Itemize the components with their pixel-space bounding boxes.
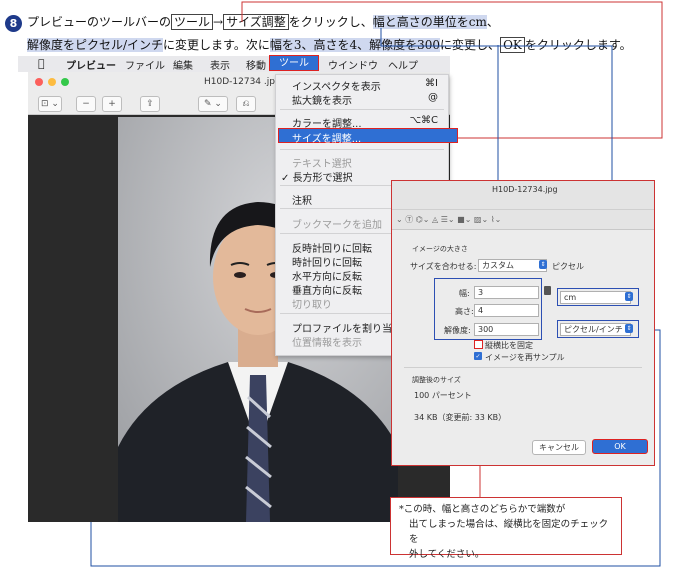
- height-field[interactable]: 4: [474, 304, 539, 317]
- res-unit-value: ピクセル/インチ: [564, 325, 623, 334]
- width-field[interactable]: 3: [474, 286, 539, 299]
- rotate-icon[interactable]: ⎌: [236, 96, 256, 112]
- result-size: 34 KB（変更前: 33 KB）: [414, 413, 507, 422]
- menu-edit[interactable]: 編集: [173, 57, 193, 72]
- note-line-1: *この時、幅と高さのどちらかで端数が: [399, 504, 566, 515]
- unit-value: cm: [564, 293, 577, 302]
- menu-go[interactable]: 移動: [246, 57, 266, 72]
- menu-separator: [280, 149, 444, 150]
- fit-label: サイズを合わせる:: [410, 262, 477, 271]
- menu-view[interactable]: 表示: [210, 57, 230, 72]
- size-dialog: H10D-12734.jpg ⌄ Ⓣ ⌬⌄ ◬ ☰⌄ ■⌄ ▨⌄ ⌇⌄ イメージ…: [391, 180, 655, 466]
- resample-label: イメージを再サンプル: [485, 353, 565, 362]
- keep-ratio-checkbox[interactable]: [474, 340, 483, 349]
- result-title: 調整後のサイズ: [412, 376, 461, 384]
- resolution-unit-select[interactable]: ピクセル/インチ: [560, 323, 631, 336]
- zoom-in-icon[interactable]: +: [102, 96, 122, 112]
- minimize-button[interactable]: [48, 78, 56, 86]
- dialog-toolbar: H10D-12734.jpg ⌄ Ⓣ ⌬⌄ ◬ ☰⌄ ■⌄ ▨⌄ ⌇⌄: [392, 181, 654, 230]
- menu-item-rotate-left[interactable]: 反時計回りに回転: [292, 240, 372, 255]
- menu-preview[interactable]: プレビュー: [66, 57, 116, 72]
- zoom-out-icon[interactable]: −: [76, 96, 96, 112]
- menu-item-adjust-size[interactable]: サイズを調整...: [292, 130, 361, 145]
- resolution-value: 300: [478, 325, 494, 334]
- menu-item-inspector[interactable]: インスペクタを表示: [292, 78, 381, 93]
- menu-item-adjust-size-highlight[interactable]: サイズを調整...: [278, 128, 458, 145]
- menu-item-flip-horizontal[interactable]: 水平方向に反転: [292, 268, 362, 283]
- menu-item-show-location: 位置情報を表示: [292, 338, 362, 349]
- fit-select[interactable]: カスタム: [478, 259, 547, 272]
- note-box: *この時、幅と高さのどちらかで端数が 出てしまった場合は、縦横比を固定のチェック…: [390, 497, 622, 560]
- keep-ratio-label: 縦横比を固定: [485, 341, 533, 350]
- menu-item-rect-select[interactable]: ✓ 長方形で選択: [281, 169, 353, 184]
- mac-menubar:  プレビュー ファイル 編集 表示 移動 ツール ウインドウ ヘルプ: [18, 55, 450, 72]
- menu-file[interactable]: ファイル: [125, 57, 165, 72]
- markup-icon[interactable]: ✎ ⌄: [198, 96, 228, 112]
- height-label: 高さ:: [455, 307, 474, 316]
- menu-separator: [280, 109, 444, 110]
- share-icon[interactable]: ⇪: [140, 96, 160, 112]
- cancel-label: キャンセル: [539, 443, 579, 452]
- menu-item-add-bookmark: ブックマークを追加: [292, 220, 382, 231]
- shortcut-text: ⌘I: [425, 78, 438, 89]
- res-unit-select-arrows-icon[interactable]: ⇕: [625, 324, 633, 333]
- fit-value: カスタム: [482, 261, 514, 270]
- ok-button[interactable]: OK: [592, 439, 648, 454]
- zoom-button[interactable]: [61, 78, 69, 86]
- note-line-3: 外してください。: [409, 549, 485, 560]
- resample-checkbox[interactable]: ✓: [474, 352, 482, 360]
- menu-item-rotate-right[interactable]: 時計回りに回転: [292, 254, 362, 269]
- section-title: イメージの大きさ: [412, 245, 468, 253]
- menu-item-text-select: テキスト選択: [292, 159, 352, 170]
- ok-label: OK: [614, 442, 626, 451]
- unit-select[interactable]: cm: [560, 291, 631, 304]
- markup-tools-icon[interactable]: ⌄ Ⓣ ⌬⌄ ◬ ☰⌄ ■⌄ ▨⌄ ⌇⌄: [396, 214, 501, 225]
- apple-icon[interactable]: : [38, 57, 45, 70]
- menu-item-crop: 切り取り: [292, 300, 332, 311]
- fit-select-arrows-icon[interactable]: ⇕: [539, 260, 547, 269]
- width-label: 幅:: [459, 289, 470, 298]
- window-title: H10D-12734 .jp: [204, 77, 275, 87]
- sidebar-toggle-icon[interactable]: ⊡ ⌄: [38, 96, 62, 112]
- result-percent: 100 パーセント: [414, 391, 472, 400]
- toolbar-divider: [392, 209, 654, 210]
- resolution-label: 解像度:: [444, 326, 471, 335]
- menu-help[interactable]: ヘルプ: [388, 57, 418, 72]
- menu-tools[interactable]: ツール: [269, 55, 319, 71]
- menu-item-flip-vertical[interactable]: 垂直方向に反転: [292, 282, 362, 297]
- shortcut-text: @: [428, 92, 438, 103]
- section-divider: [404, 367, 642, 368]
- menu-item-annotate[interactable]: 注釈: [292, 192, 312, 207]
- unit-select-arrows-icon[interactable]: ⇕: [625, 292, 633, 301]
- shortcut-text: ⌥⌘C: [409, 115, 438, 126]
- menu-item-assign-profile[interactable]: プロファイルを割り当: [292, 320, 392, 335]
- resolution-field[interactable]: 300: [474, 323, 539, 336]
- cancel-button[interactable]: キャンセル: [532, 440, 586, 455]
- menu-item-magnifier[interactable]: 拡大鏡を表示: [292, 92, 352, 107]
- height-value: 4: [478, 306, 484, 315]
- note-line-2: 出てしまった場合は、縦横比を固定のチェックを: [409, 519, 609, 545]
- fit-unit-label: ピクセル: [552, 262, 584, 271]
- lock-icon: [544, 286, 551, 295]
- dialog-window-title: H10D-12734.jpg: [492, 185, 558, 194]
- menu-window[interactable]: ウインドウ: [328, 57, 378, 72]
- close-button[interactable]: [35, 78, 43, 86]
- width-value: 3: [478, 288, 484, 297]
